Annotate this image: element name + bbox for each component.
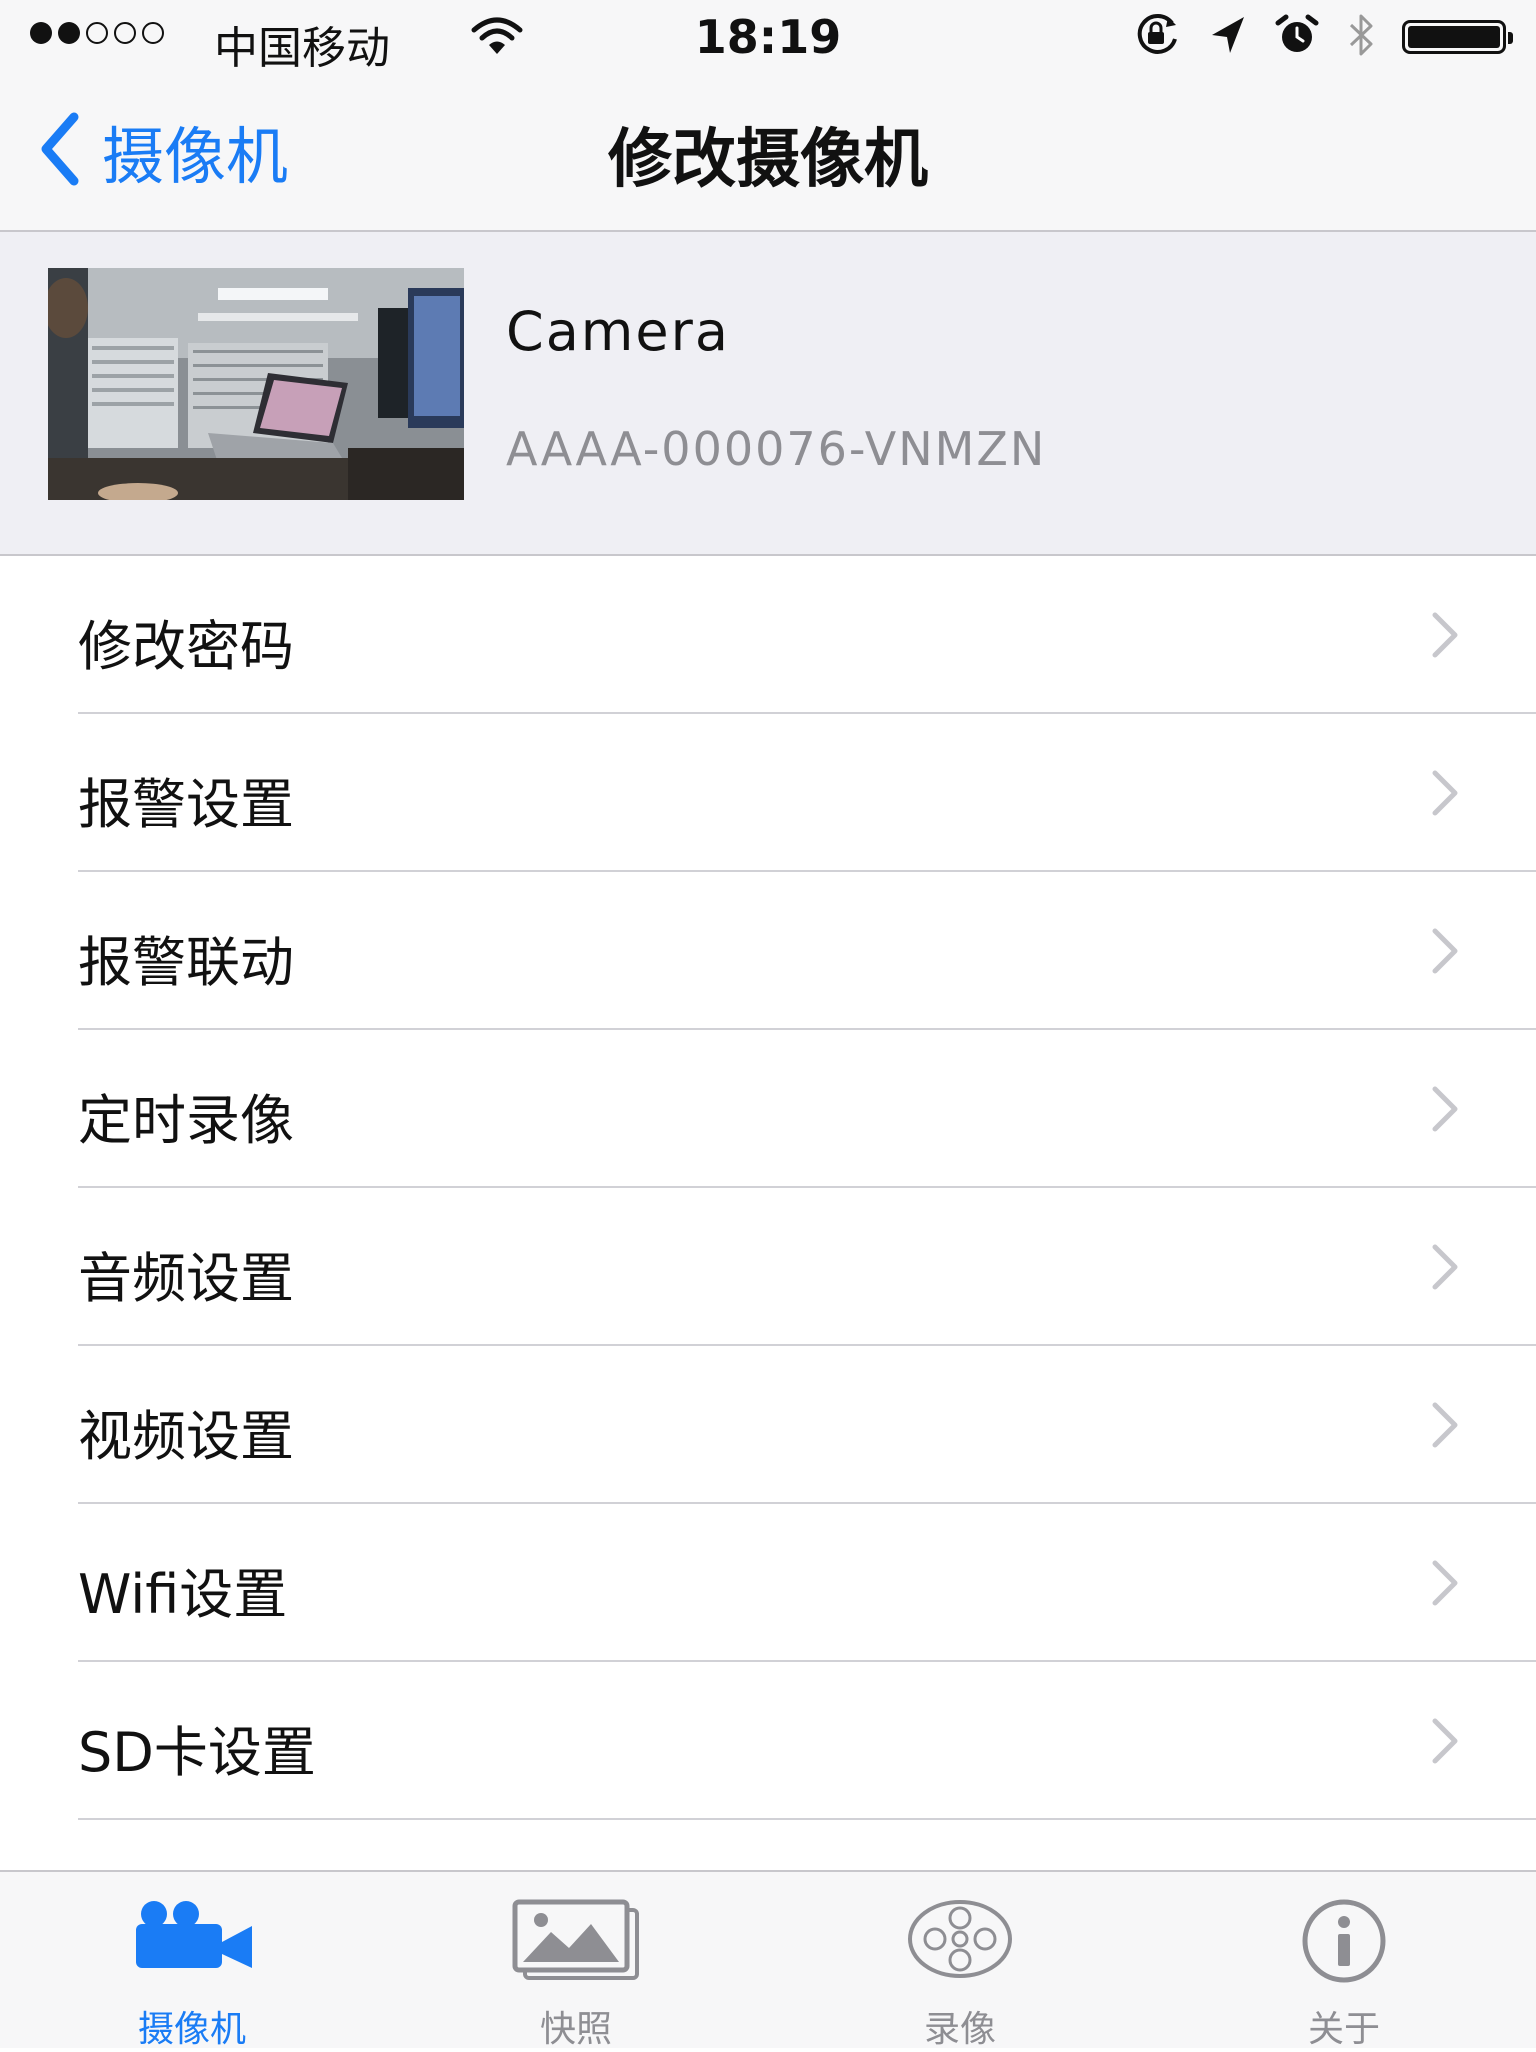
chevron-right-icon bbox=[1430, 926, 1460, 980]
tab-about[interactable]: 关于 bbox=[1152, 1872, 1536, 2050]
video-camera-icon bbox=[130, 1898, 254, 1974]
tab-label: 关于 bbox=[1307, 2009, 1380, 2050]
row-divider bbox=[78, 1818, 1536, 1820]
menu-item-label: 视频设置 bbox=[78, 1405, 294, 1468]
film-reel-icon bbox=[905, 1898, 1015, 1984]
camera-uid: AAAA-000076-VNMZN bbox=[506, 422, 1047, 476]
tab-label: 快照 bbox=[539, 2009, 612, 2050]
battery-icon bbox=[1402, 20, 1513, 54]
chevron-right-icon bbox=[1430, 1716, 1460, 1770]
camera-snapshot-thumbnail[interactable] bbox=[48, 268, 464, 500]
bluetooth-icon bbox=[1346, 12, 1376, 62]
tab-snapshots[interactable]: 快照 bbox=[384, 1872, 768, 2050]
menu-item-scheduled-recording[interactable]: 定时录像 bbox=[0, 1030, 1536, 1188]
navigation-bar: 摄像机 修改摄像机 bbox=[0, 76, 1536, 232]
chevron-right-icon bbox=[1430, 1242, 1460, 1296]
chevron-right-icon bbox=[1430, 1558, 1460, 1612]
menu-item-label: Wifi设置 bbox=[78, 1563, 288, 1626]
tab-label: 摄像机 bbox=[137, 2009, 246, 2050]
chevron-right-icon bbox=[1430, 1400, 1460, 1454]
camera-info-header: Camera AAAA-000076-VNMZN bbox=[0, 232, 1536, 556]
menu-item-label: 音频设置 bbox=[78, 1247, 294, 1310]
menu-item-video-settings[interactable]: 视频设置 bbox=[0, 1346, 1536, 1504]
page-title: 修改摄像机 bbox=[608, 123, 928, 197]
orientation-lock-icon bbox=[1132, 13, 1182, 61]
menu-item-wifi-settings[interactable]: Wifi设置 bbox=[0, 1504, 1536, 1662]
menu-item-label: 定时录像 bbox=[78, 1089, 294, 1152]
alarm-icon bbox=[1274, 13, 1320, 61]
menu-item-label: 报警联动 bbox=[78, 931, 294, 994]
tab-camera[interactable]: 摄像机 bbox=[0, 1872, 384, 2050]
menu-item-audio-settings[interactable]: 音频设置 bbox=[0, 1188, 1536, 1346]
chevron-right-icon bbox=[1430, 768, 1460, 822]
settings-menu-list: 修改密码 报警设置 报警联动 定时录像 音频设置 视频设置 Wifi设置 SD卡… bbox=[0, 556, 1536, 1820]
status-bar: 中国移动 18:19 bbox=[0, 0, 1536, 76]
info-icon bbox=[1301, 1898, 1387, 1988]
location-icon bbox=[1208, 13, 1248, 61]
chevron-right-icon bbox=[1430, 1084, 1460, 1138]
tab-recordings[interactable]: 录像 bbox=[768, 1872, 1152, 2050]
menu-item-alarm-settings[interactable]: 报警设置 bbox=[0, 714, 1536, 872]
photos-icon bbox=[511, 1898, 641, 1984]
chevron-right-icon bbox=[1430, 610, 1460, 664]
menu-item-alarm-linkage[interactable]: 报警联动 bbox=[0, 872, 1536, 1030]
tab-bar: 摄像机 快照 录像 关于 bbox=[0, 1870, 1536, 2050]
camera-name: Camera bbox=[506, 300, 730, 363]
menu-item-sd-card-settings[interactable]: SD卡设置 bbox=[0, 1662, 1536, 1820]
menu-item-label: SD卡设置 bbox=[78, 1721, 316, 1784]
menu-item-label: 修改密码 bbox=[78, 615, 294, 678]
tab-label: 录像 bbox=[923, 2009, 996, 2050]
menu-item-change-password[interactable]: 修改密码 bbox=[0, 556, 1536, 714]
menu-item-label: 报警设置 bbox=[78, 773, 294, 836]
